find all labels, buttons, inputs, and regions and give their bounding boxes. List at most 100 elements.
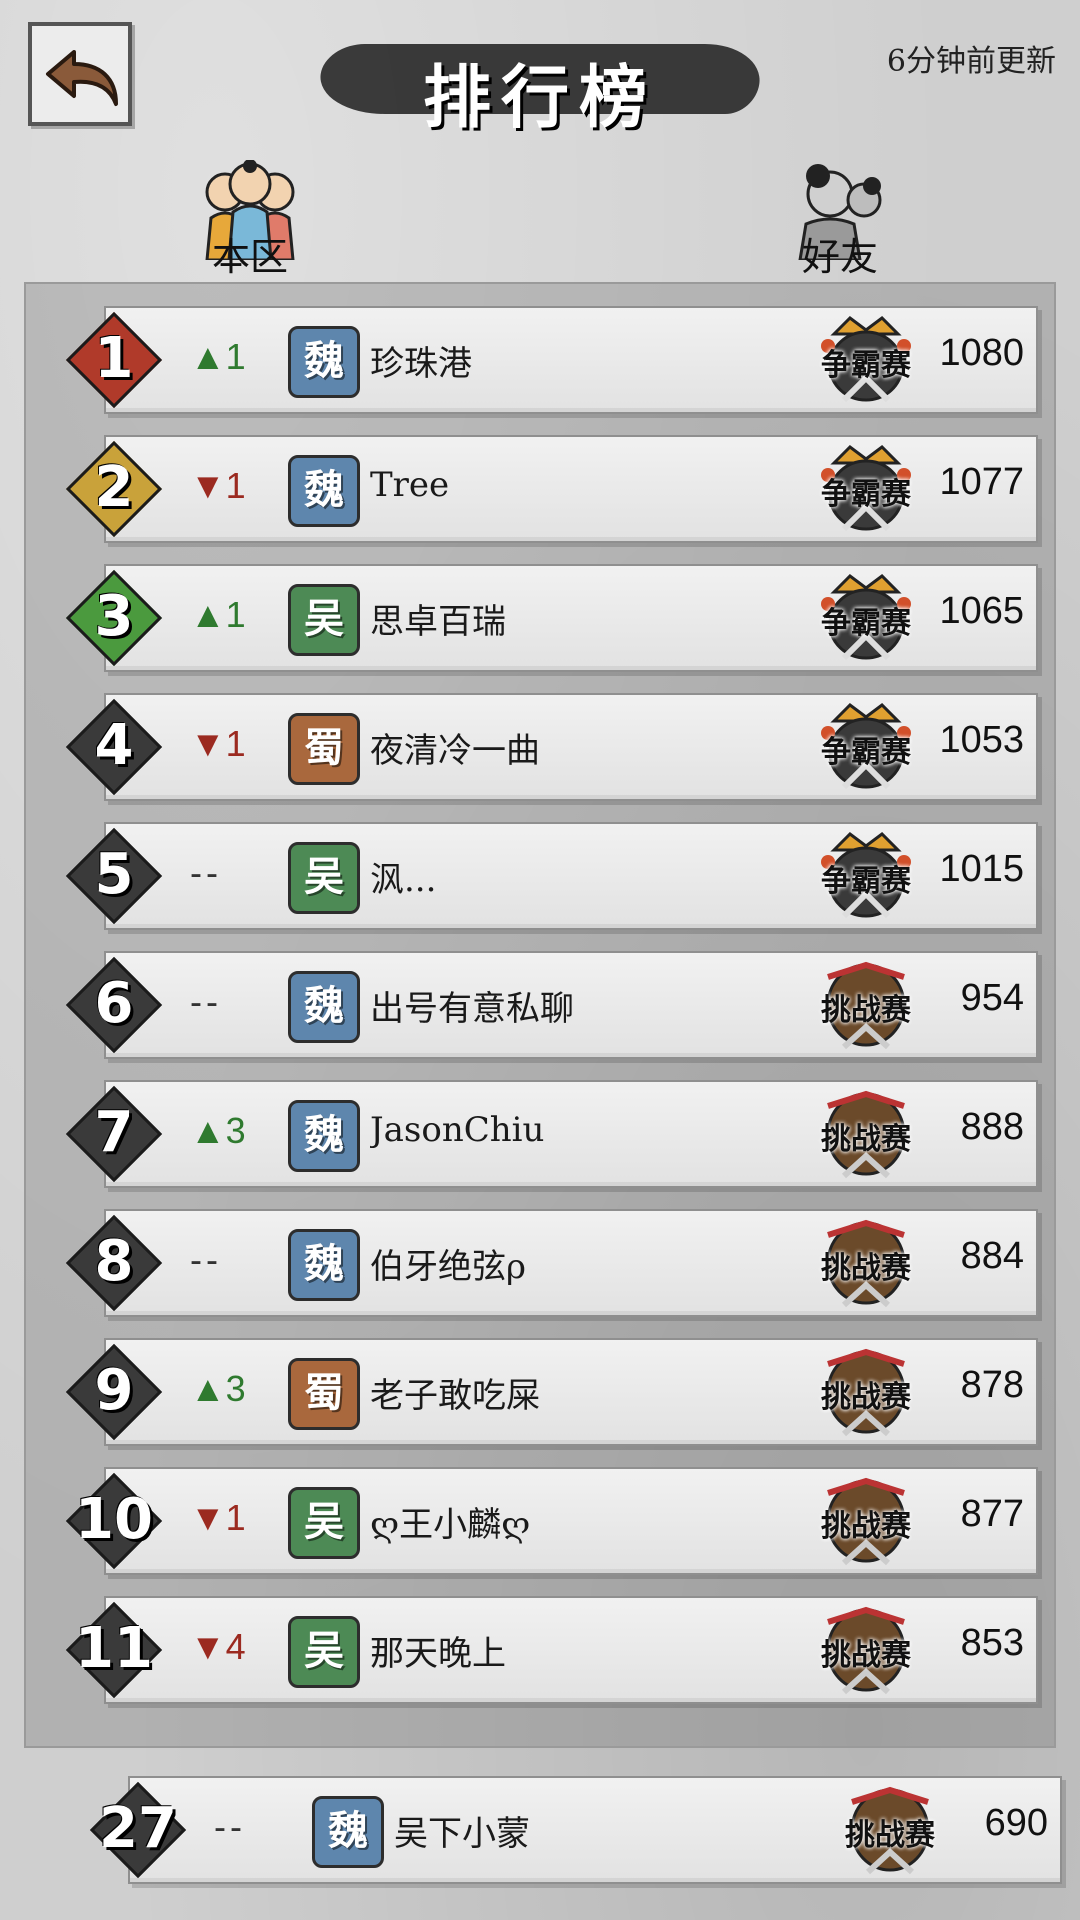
leaderboard-row[interactable]: 11 ▼4 吴那天晚上 挑战赛 853 (64, 1596, 1038, 1704)
leaderboard-row[interactable]: 3 ▲1 吴思卓百瑞 争霸赛 1065 (64, 564, 1038, 672)
rank-change: ▲3 (190, 1368, 246, 1409)
leaderboard-row[interactable]: 5 -- 吴沨... 争霸赛 1015 (64, 822, 1038, 930)
tab-friends[interactable]: 好友 (760, 160, 920, 279)
rank-badge: 10 (65, 1472, 163, 1570)
rank-badge: 4 (65, 698, 163, 796)
league-label: 挑战赛 (821, 993, 911, 1028)
rank-number: 7 (94, 1100, 134, 1165)
faction-badge: 吴 (288, 842, 360, 914)
player-name: 吴下小蒙 (394, 1814, 530, 1854)
league-badge: 争霸赛 (814, 312, 918, 408)
league-badge: 挑战赛 (814, 1602, 918, 1698)
rank-change: ▲1 (190, 594, 246, 635)
tab-local-label: 本区 (211, 235, 288, 279)
player-score: 954 (960, 977, 1024, 1019)
player-score: 690 (984, 1802, 1048, 1844)
league-badge: 争霸赛 (814, 441, 918, 537)
rank-badge: 11 (65, 1601, 163, 1699)
leaderboard-row[interactable]: 6 -- 魏出号有意私聊 挑战赛 954 (64, 951, 1038, 1059)
faction-badge: 蜀 (288, 1358, 360, 1430)
rank-change: ▼1 (190, 723, 246, 764)
league-badge: 挑战赛 (814, 957, 918, 1053)
tab-local-region[interactable]: 本区 (170, 160, 330, 279)
league-label: 争霸赛 (821, 606, 911, 641)
faction-badge: 魏 (288, 326, 360, 398)
leaderboard-row[interactable]: 9 ▲3 蜀老子敢吃屎 挑战赛 878 (64, 1338, 1038, 1446)
faction-badge: 魏 (288, 1100, 360, 1172)
league-badge: 挑战赛 (814, 1086, 918, 1182)
player-name: Tree (370, 465, 450, 505)
league-label: 挑战赛 (821, 1380, 911, 1415)
rank-number: 11 (75, 1616, 153, 1681)
league-label: 争霸赛 (821, 477, 911, 512)
rank-badge: 2 (65, 440, 163, 538)
player-name: 出号有意私聊 (370, 989, 574, 1029)
player-name: ღ王小麟ღ (370, 1505, 531, 1545)
league-badge: 挑战赛 (838, 1782, 942, 1878)
faction-badge: 魏 (288, 971, 360, 1043)
rank-change: -- (190, 981, 222, 1022)
leaderboard-row[interactable]: 8 -- 魏伯牙绝弦ρ 挑战赛 884 (64, 1209, 1038, 1317)
rank-number: 3 (94, 584, 134, 649)
league-label: 挑战赛 (821, 1638, 911, 1673)
leaderboard-row[interactable]: 10 ▼1 吴 ღ王小麟ღ 挑战赛 877 (64, 1467, 1038, 1575)
rank-number: 9 (94, 1358, 134, 1423)
rank-badge: 7 (65, 1085, 163, 1183)
rank-number: 10 (75, 1487, 153, 1552)
update-time-label: 6分钟前更新 (886, 44, 1056, 79)
league-badge: 挑战赛 (814, 1215, 918, 1311)
league-badge: 争霸赛 (814, 828, 918, 924)
rank-change: -- (190, 852, 222, 893)
player-name: 伯牙绝弦ρ (370, 1247, 526, 1287)
faction-badge: 蜀 (288, 713, 360, 785)
player-name: 那天晚上 (370, 1634, 506, 1674)
rank-number: 27 (99, 1796, 177, 1861)
rank-number: 1 (94, 326, 134, 391)
league-badge: 争霸赛 (814, 570, 918, 666)
rank-number: 5 (94, 842, 134, 907)
player-score: 853 (960, 1622, 1024, 1664)
player-score: 1080 (939, 332, 1024, 374)
rank-number: 8 (94, 1229, 134, 1294)
league-label: 挑战赛 (845, 1818, 935, 1853)
rank-badge: 3 (65, 569, 163, 667)
league-badge: 争霸赛 (814, 699, 918, 795)
tab-friends-label: 好友 (801, 235, 878, 279)
rank-change: -- (214, 1806, 246, 1847)
rank-change: ▼4 (190, 1626, 246, 1667)
rank-change: -- (190, 1239, 222, 1280)
rank-badge: 27 (89, 1781, 187, 1879)
rank-badge: 5 (65, 827, 163, 925)
rank-badge: 9 (65, 1343, 163, 1441)
leaderboard-row[interactable]: 7 ▲3 魏 JasonChiu 挑战赛 888 (64, 1080, 1038, 1188)
player-name: 沨... (370, 860, 437, 900)
faction-badge: 魏 (288, 1229, 360, 1301)
player-name: 夜清冷一曲 (370, 731, 540, 771)
faction-badge: 吴 (288, 1616, 360, 1688)
back-button[interactable] (28, 22, 132, 126)
player-name: 老子敢吃屎 (370, 1376, 540, 1416)
player-name: 珍珠港 (370, 344, 472, 384)
player-score: 1015 (939, 848, 1024, 890)
faction-badge: 吴 (288, 584, 360, 656)
player-score: 888 (960, 1106, 1024, 1148)
faction-badge: 吴 (288, 1487, 360, 1559)
league-label: 挑战赛 (821, 1122, 911, 1157)
leaderboard-row[interactable]: 2 ▼1 魏 Tree 争霸赛 1077 (64, 435, 1038, 543)
league-badge: 挑战赛 (814, 1344, 918, 1440)
league-label: 挑战赛 (821, 1251, 911, 1286)
leaderboard-row[interactable]: 1 ▲1 魏珍珠港 争霸赛 1080 (64, 306, 1038, 414)
player-score: 877 (960, 1493, 1024, 1535)
league-badge: 挑战赛 (814, 1473, 918, 1569)
leaderboard-row[interactable]: 4 ▼1 蜀夜清冷一曲 争霸赛 1053 (64, 693, 1038, 801)
back-arrow-icon (46, 50, 118, 106)
player-score: 1077 (939, 461, 1024, 503)
rank-badge: 8 (65, 1214, 163, 1312)
rank-change: ▲1 (190, 336, 246, 377)
rank-change: ▼1 (190, 465, 246, 506)
self-rank-row[interactable]: 27 -- 魏 吴下小蒙 挑战赛 690 (88, 1776, 1062, 1884)
player-score: 878 (960, 1364, 1024, 1406)
page-title-banner: 排行榜 (315, 20, 765, 140)
player-score: 1053 (939, 719, 1024, 761)
rank-change: ▲3 (190, 1110, 246, 1151)
